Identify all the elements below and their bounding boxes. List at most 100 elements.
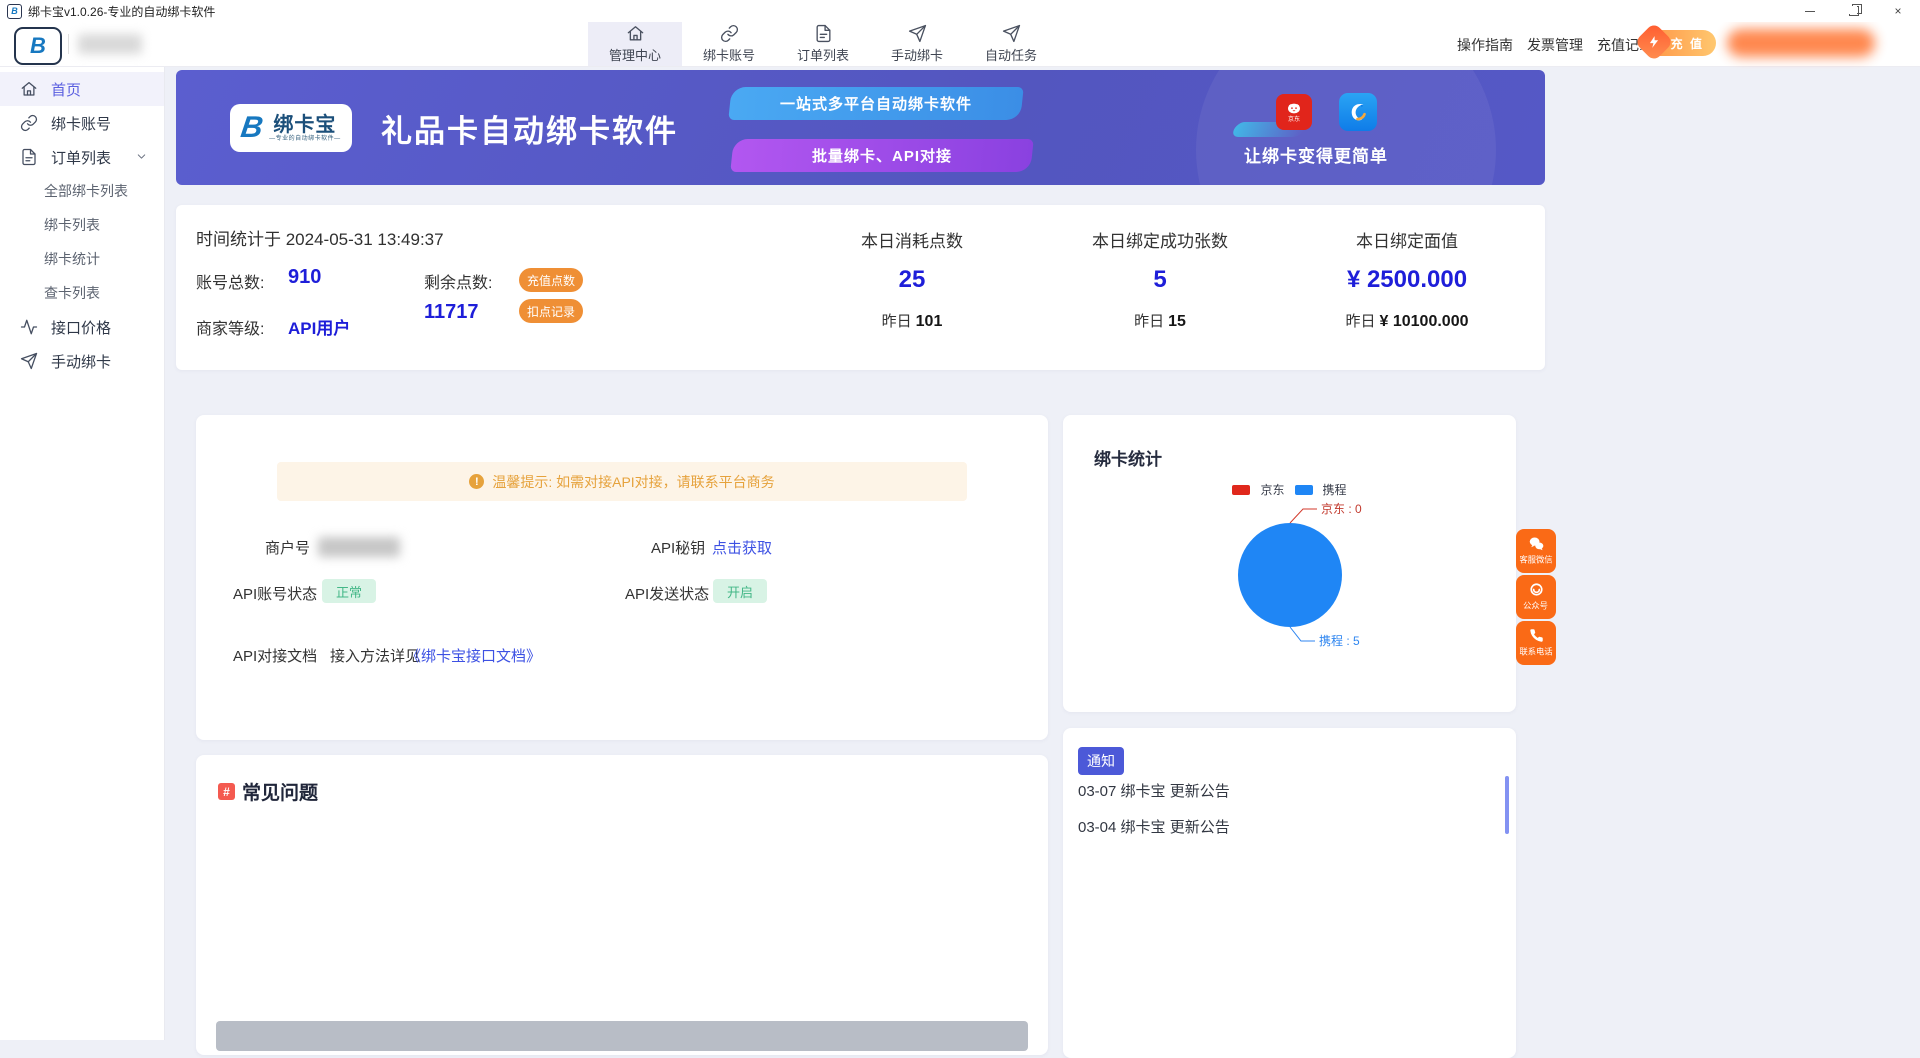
wechat-support-button[interactable]: 客服微信 [1516, 529, 1556, 573]
jd-label: 京东 [1288, 117, 1300, 123]
banner-slogan: 让绑卡变得更简单 [1244, 142, 1388, 167]
home-icon [20, 80, 38, 98]
recharge-button[interactable]: 充 值 [1646, 30, 1716, 56]
document-icon [20, 148, 38, 166]
notice-card: 通知 03-07 绑卡宝 更新公告 03-04 绑卡宝 更新公告 [1063, 728, 1516, 1058]
link-invoice-management[interactable]: 发票管理 [1527, 35, 1583, 55]
nav-item-binding-accounts[interactable]: 绑卡账号 [682, 22, 776, 66]
home-icon [626, 24, 645, 43]
nav-item-manual-binding[interactable]: 手动绑卡 [870, 22, 964, 66]
sidebar-label: 绑卡列表 [44, 215, 100, 235]
stats-timestamp: 时间统计于 2024-05-31 13:49:37 [196, 225, 444, 250]
nav-label: 绑卡账号 [703, 45, 755, 64]
stat-label: 本日绑定面值 [1257, 227, 1557, 252]
header-links: 操作指南 发票管理 充值记录 [1457, 35, 1653, 55]
banner-badge-top: 一站式多平台自动绑卡软件 [728, 87, 1023, 120]
banner-badge-bottom: 批量绑卡、API对接 [730, 139, 1033, 172]
deduction-log-button[interactable]: 扣点记录 [519, 299, 583, 323]
notice-badge: 通知 [1078, 747, 1124, 775]
link-operation-guide[interactable]: 操作指南 [1457, 35, 1513, 55]
link-icon [720, 24, 739, 43]
notice-item[interactable]: 03-04 绑卡宝 更新公告 [1063, 810, 1503, 836]
stat-yesterday: 昨日¥ 10100.000 [1257, 310, 1557, 331]
api-info-card: ! 温馨提示: 如需对接API对接，请联系平台商务 商户号 API秘钥 点击获取… [196, 415, 1048, 740]
ctrip-dolphin-icon [1345, 99, 1371, 125]
faq-icon: # [218, 783, 235, 800]
sidebar-item-home[interactable]: 首页 [0, 72, 164, 106]
send-status-badge: 开启 [713, 579, 767, 603]
nav-item-auto-tasks[interactable]: 自动任务 [964, 22, 1058, 66]
header: B 管理中心 绑卡账号 订单列表 手动绑卡 自动任务 操作指南 发票管理 充值记… [0, 22, 1920, 67]
floating-contact-widget: 客服微信 公众号 联系电话 [1516, 529, 1556, 665]
app-logo: B [14, 27, 62, 65]
sidebar-item-all-binding-list[interactable]: 全部绑卡列表 [0, 174, 164, 208]
blurred-account-name [78, 34, 142, 54]
sidebar-item-manual-binding[interactable]: 手动绑卡 [0, 344, 164, 378]
pie-label-ctrip: 携程 : 5 [1319, 633, 1360, 648]
notice-scrollbar[interactable] [1505, 776, 1509, 834]
phone-contact-button[interactable]: 联系电话 [1516, 621, 1556, 665]
chevron-down-icon [135, 150, 148, 167]
account-total-label: 账号总数: [196, 269, 264, 293]
warning-text: 温馨提示: 如需对接API对接，请联系平台商务 [492, 472, 774, 492]
faq-item-placeholder[interactable] [216, 1021, 1028, 1051]
header-divider [68, 34, 69, 54]
wechat-icon [1529, 536, 1544, 551]
notice-item[interactable]: 03-07 绑卡宝 更新公告 [1063, 774, 1503, 810]
nav-item-order-list[interactable]: 订单列表 [776, 22, 870, 66]
stat-col-bound-value: 本日绑定面值 ¥ 2500.000 昨日¥ 10100.000 [1257, 205, 1557, 331]
restore-button[interactable] [1832, 0, 1876, 22]
nav-label: 自动任务 [985, 45, 1037, 64]
sidebar-item-binding-accounts[interactable]: 绑卡账号 [0, 106, 164, 140]
sidebar-item-binding-stats[interactable]: 绑卡统计 [0, 242, 164, 276]
send-status-label: API发送状态 [625, 583, 709, 604]
sidebar-label: 订单列表 [51, 147, 111, 168]
blurred-merchant-no [318, 537, 400, 557]
sidebar-item-card-check-list[interactable]: 查卡列表 [0, 276, 164, 310]
api-doc-label: API对接文档 [233, 645, 317, 666]
official-account-button[interactable]: 公众号 [1516, 575, 1556, 619]
banner-logo: B 绑卡宝 —专业的自动绑卡软件— [230, 104, 352, 152]
nav-item-management-center[interactable]: 管理中心 [588, 22, 682, 66]
restore-icon [1849, 6, 1859, 16]
stat-value: ¥ 2500.000 [1257, 266, 1557, 294]
recharge-points-button[interactable]: 充值点数 [519, 268, 583, 292]
logo-name: 绑卡宝 [273, 114, 336, 136]
account-status-label: API账号状态 [233, 583, 317, 604]
floating-label: 公众号 [1524, 600, 1549, 612]
minimize-button[interactable] [1788, 0, 1832, 22]
official-account-icon [1529, 582, 1544, 597]
get-api-secret-link[interactable]: 点击获取 [712, 537, 772, 558]
send-icon [908, 24, 927, 43]
window-title: 绑卡宝v1.0.26-专业的自动绑卡软件 [28, 3, 215, 20]
api-doc-link[interactable]: 《绑卡宝接口文档》 [406, 645, 541, 666]
floating-label: 联系电话 [1519, 646, 1552, 658]
ctrip-app-icon [1339, 93, 1377, 131]
sidebar-label: 首页 [51, 79, 81, 100]
logo-b-glyph: B [239, 111, 265, 145]
points-label: 剩余点数: [424, 269, 492, 293]
merchant-level-value: API用户 [288, 314, 350, 339]
nav-label: 管理中心 [609, 45, 661, 64]
link-icon [20, 114, 38, 132]
warning-banner: ! 温馨提示: 如需对接API对接，请联系平台商务 [277, 462, 967, 501]
notice-list: 03-07 绑卡宝 更新公告 03-04 绑卡宝 更新公告 [1063, 774, 1503, 836]
phone-icon [1529, 628, 1544, 643]
merchant-level-label: 商家等级: [196, 315, 264, 339]
nav-label: 订单列表 [797, 45, 849, 64]
sidebar-label: 接口价格 [51, 317, 111, 338]
jd-app-icon: 京东 [1276, 94, 1312, 130]
sidebar-label: 查卡列表 [44, 283, 100, 303]
send-icon [1002, 24, 1021, 43]
warning-icon: ! [469, 474, 484, 489]
sidebar: 首页 绑卡账号 订单列表 全部绑卡列表 绑卡列表 绑卡统计 查卡列表 接口价格 … [0, 66, 165, 1040]
sidebar-label: 手动绑卡 [51, 351, 111, 372]
close-button[interactable]: × [1876, 0, 1920, 22]
sidebar-item-order-list[interactable]: 订单列表 [0, 140, 164, 174]
send-icon [20, 352, 38, 370]
sidebar-label: 全部绑卡列表 [44, 181, 128, 201]
top-nav: 管理中心 绑卡账号 订单列表 手动绑卡 自动任务 [588, 22, 1058, 66]
sidebar-item-binding-list[interactable]: 绑卡列表 [0, 208, 164, 242]
banner-title: 礼品卡自动绑卡软件 [381, 106, 678, 151]
sidebar-item-api-price[interactable]: 接口价格 [0, 310, 164, 344]
